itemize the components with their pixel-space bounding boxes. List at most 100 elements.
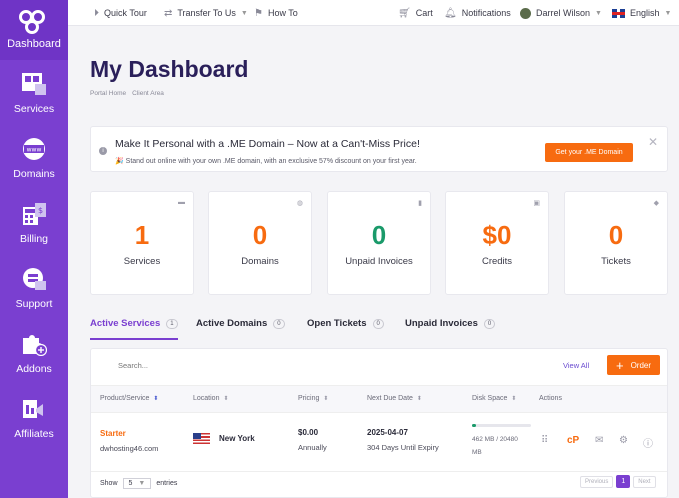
quick-tour-link[interactable]: ⏵ Quick Tour: [94, 0, 147, 26]
column-pricing[interactable]: Pricing ⬍: [298, 395, 328, 402]
wallet-icon: ▣: [533, 200, 540, 207]
services-table-card: Search... View All + Order Product/Servi…: [90, 348, 668, 498]
sidebar-item-support[interactable]: Support: [0, 255, 68, 320]
sidebar-item-label: Billing: [19, 232, 48, 245]
tab-count-badge: 0: [273, 319, 285, 329]
page-1-button[interactable]: 1: [616, 475, 631, 488]
services-icon: [20, 71, 48, 97]
tab-active-services[interactable]: Active Services 1: [90, 318, 178, 340]
uk-flag-icon: [612, 8, 625, 18]
stat-value: 0: [252, 220, 268, 250]
grid-menu-icon[interactable]: ⠿: [541, 435, 548, 446]
invoice-icon: ▮: [418, 200, 422, 207]
stat-card-credits[interactable]: ▣ $0 Credits: [445, 191, 549, 295]
sidebar-item-addons[interactable]: Addons: [0, 320, 68, 385]
page-title: My Dashboard: [90, 56, 249, 82]
sidebar-dashboard-label: Dashboard: [7, 38, 61, 50]
sidebar-item-billing[interactable]: $ Billing: [0, 190, 68, 255]
language-label: English: [630, 8, 660, 18]
tab-count-badge: 1: [166, 319, 178, 329]
tab-open-tickets[interactable]: Open Tickets 0: [307, 318, 384, 340]
tab-unpaid-invoices[interactable]: Unpaid Invoices 0: [405, 318, 496, 340]
product-name[interactable]: Starter: [100, 429, 126, 438]
how-to-label: How To: [267, 8, 298, 18]
bell-icon: 🔔︎: [444, 7, 457, 19]
sidebar-dashboard[interactable]: Dashboard: [0, 0, 68, 60]
billing-calculator-icon: $: [20, 201, 48, 227]
transfer-arrows-icon: ⇄: [164, 7, 173, 19]
notifications-link[interactable]: 🔔︎ Notifications: [444, 0, 511, 26]
user-menu[interactable]: Darrel Wilson ▼: [520, 0, 602, 26]
main-content: My Dashboard Portal Home Client Area i M…: [68, 26, 679, 498]
stat-value: 0: [371, 220, 387, 250]
quick-tour-label: Quick Tour: [104, 8, 147, 18]
stat-card-domains[interactable]: ◍ 0 Domains: [208, 191, 312, 295]
column-product-service[interactable]: Product/Service ⬍: [100, 395, 158, 402]
previous-page-button[interactable]: Previous: [580, 475, 614, 488]
show-label: Show: [100, 480, 118, 487]
column-next-due-date[interactable]: Next Due Date ⬍: [367, 395, 422, 402]
close-icon[interactable]: ✕: [648, 135, 658, 149]
tag-icon: ◆: [653, 200, 659, 207]
promo-banner: i Make It Personal with a .ME Domain – N…: [90, 126, 668, 172]
stat-value: 0: [608, 220, 624, 250]
column-disk-space[interactable]: Disk Space ⬍: [472, 395, 516, 402]
tab-label: Open Tickets: [307, 318, 367, 329]
cart-link[interactable]: 🛒︎ Cart: [398, 0, 433, 26]
column-label: Actions: [539, 395, 562, 402]
logo-icon: [19, 10, 49, 36]
transfer-dropdown[interactable]: ⇄ Transfer To Us ▼: [164, 0, 248, 26]
column-location[interactable]: Location ⬍: [193, 395, 229, 402]
sidebar: Dashboard Services www Domains $ Billing…: [0, 0, 68, 498]
column-label: Location: [193, 395, 220, 402]
tab-count-badge: 0: [372, 319, 384, 329]
table-row[interactable]: Starter dwhosting46.com New York $0.00 A…: [91, 413, 667, 465]
us-flag-icon: [193, 433, 210, 444]
stat-card-unpaid-invoices[interactable]: ▮ 0 Unpaid Invoices: [327, 191, 431, 295]
gear-icon[interactable]: ⚙: [619, 435, 628, 446]
tab-active-domains[interactable]: Active Domains 0: [196, 318, 285, 340]
column-actions: Actions: [539, 395, 562, 402]
breadcrumb-portal-home[interactable]: Portal Home: [90, 90, 126, 97]
disk-usage-bar: [472, 424, 531, 427]
info-icon: i: [99, 147, 107, 155]
top-bar: ⏵ Quick Tour ⇄ Transfer To Us ▼ ⚑ How To…: [68, 0, 679, 26]
sidebar-item-services[interactable]: Services: [0, 60, 68, 125]
language-selector[interactable]: English ▼: [612, 0, 671, 26]
product-domain: dwhosting46.com: [100, 444, 159, 453]
stat-label: Unpaid Invoices: [345, 256, 413, 267]
transfer-label: Transfer To Us: [177, 8, 236, 18]
page-size-select[interactable]: 5 ▼: [122, 478, 152, 489]
stat-value: 1: [134, 220, 150, 250]
how-to-link[interactable]: ⚑ How To: [254, 0, 298, 26]
cart-label: Cart: [415, 8, 433, 18]
chevron-down-icon: ▼: [138, 480, 146, 487]
tab-label: Active Domains: [196, 318, 268, 329]
page-size-control: Show 5 ▼ entries: [100, 478, 177, 489]
next-page-button[interactable]: Next: [633, 475, 656, 488]
info-icon[interactable]: ⓘ: [643, 435, 653, 450]
search-input[interactable]: Search...: [118, 361, 148, 370]
order-button[interactable]: + Order: [607, 355, 660, 375]
stat-card-tickets[interactable]: ◆ 0 Tickets: [564, 191, 668, 295]
mail-icon[interactable]: ✉: [595, 435, 603, 446]
cart-icon: 🛒︎: [398, 7, 411, 19]
server-icon: ▬: [178, 199, 185, 206]
view-all-link[interactable]: View All: [563, 361, 589, 370]
table-footer: Show 5 ▼ entries Previous 1 Next: [91, 471, 667, 497]
sidebar-item-label: Addons: [16, 362, 52, 375]
get-me-domain-button[interactable]: Get your .ME Domain: [545, 143, 633, 162]
cpanel-icon[interactable]: cP: [567, 435, 579, 446]
sidebar-item-label: Support: [15, 297, 53, 310]
location-value: New York: [219, 434, 255, 443]
stat-card-services[interactable]: ▬ 1 Services: [90, 191, 194, 295]
promo-subtitle: 🎉 Stand out online with your own .ME dom…: [115, 158, 417, 165]
order-label: Order: [630, 360, 652, 370]
svg-text:www: www: [27, 146, 42, 153]
disk-usage-text: 462 MB / 20480 MB: [472, 436, 518, 456]
svg-text:$: $: [38, 206, 43, 215]
sidebar-item-domains[interactable]: www Domains: [0, 125, 68, 190]
sidebar-item-affiliates[interactable]: Affiliates: [0, 385, 68, 450]
puzzle-plus-icon: [20, 331, 48, 357]
chevron-down-icon: ▼: [664, 9, 672, 17]
